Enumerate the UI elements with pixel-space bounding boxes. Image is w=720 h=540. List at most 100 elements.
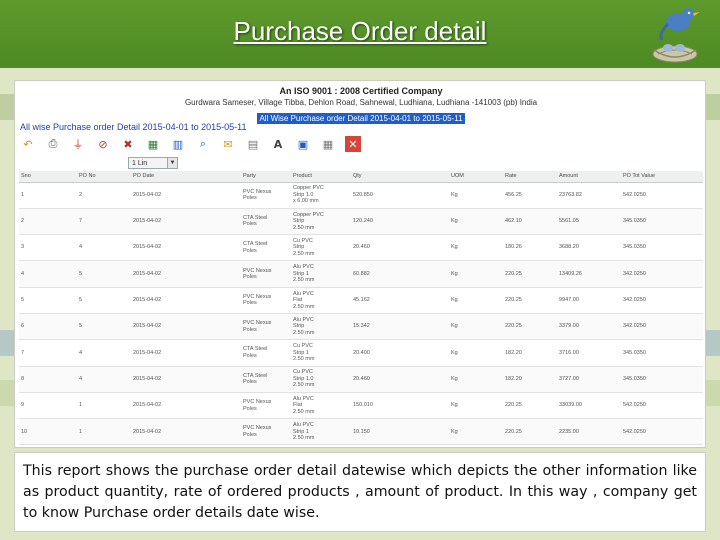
table-cell: 120.240 — [351, 208, 449, 236]
table-cell: 3379.00 — [557, 313, 621, 341]
table-cell: 342.0250 — [621, 287, 703, 314]
filter-icon[interactable]: ⏚ — [70, 136, 86, 152]
table-cell: 220.25 — [503, 287, 557, 314]
table-cell: Kg — [449, 260, 503, 288]
column-header[interactable]: Qty — [351, 171, 449, 183]
company-name: An ISO 9001 : 2008 Certified Company — [279, 86, 443, 96]
table-cell: 150.010 — [351, 392, 449, 420]
table-cell: 13409.26 — [557, 260, 621, 288]
column-header[interactable]: Amount — [557, 171, 621, 183]
export-icon[interactable]: ▦ — [145, 136, 161, 152]
table-row[interactable]: 7 4 2015-04-02 CTA Steel Poles Cu PVC Strip … — [19, 339, 703, 367]
chart-icon[interactable]: ▥ — [170, 136, 186, 152]
table-cell: 45.162 — [351, 287, 449, 314]
table-cell: 345.0350 — [621, 366, 703, 393]
table-cell: PVC Nexus Poles — [241, 287, 291, 314]
table-cell: Kg — [449, 182, 503, 209]
column-header[interactable]: Sno — [19, 171, 77, 183]
column-header[interactable]: PO Tot Value — [621, 171, 703, 183]
column-header[interactable]: PO No — [77, 171, 131, 183]
table-cell: Kg — [449, 392, 503, 420]
table-cell: 4 — [19, 260, 77, 288]
table-cell: Copper PVC Strip 2.50 mm — [291, 208, 351, 236]
report-screenshot: An ISO 9001 : 2008 Certified Company Gur… — [14, 80, 706, 448]
print-icon[interactable]: ⎙ — [45, 136, 61, 152]
table-cell: 1 — [19, 182, 77, 209]
table-cell: 9947.00 — [557, 287, 621, 314]
table-cell: 220.25 — [503, 260, 557, 288]
page-selector-value: 1 Lin — [132, 159, 148, 167]
column-header[interactable]: PO Date — [131, 171, 241, 183]
table-cell: 3727.00 — [557, 366, 621, 393]
table-cell: 2015-04-02 — [131, 260, 241, 288]
table-cell: 2015-04-02 — [131, 418, 241, 446]
table-cell: CTA Steel Poles — [241, 366, 291, 393]
table-cell: 9 — [19, 392, 77, 420]
table-cell: 182.20 — [503, 339, 557, 367]
table-cell: 7 — [77, 208, 131, 236]
grid-settings-icon[interactable]: ▦ — [320, 136, 336, 152]
table-cell: Cu PVC Strip 2.50 mm — [291, 234, 351, 262]
table-cell: Alu PVC Strip 1 2.50 mm — [291, 260, 351, 288]
font-icon[interactable]: A — [270, 136, 286, 152]
email-icon[interactable]: ✉ — [220, 136, 236, 152]
table-row[interactable]: 5 5 2015-04-02 PVC Nexus Poles Alu PVC Flat … — [19, 287, 703, 314]
table-row[interactable]: 3 4 2015-04-02 CTA Steel Poles Cu PVC Strip … — [19, 234, 703, 262]
report-range-highlight: All Wise Purchase order Detail 2015-04-0… — [257, 113, 465, 124]
column-header[interactable]: Product — [291, 171, 351, 183]
chevron-down-icon[interactable]: ▼ — [167, 158, 177, 168]
slide-header: Purchase Order detail — [0, 0, 720, 68]
column-header[interactable]: Rate — [503, 171, 557, 183]
table-body: 1 2 2015-04-02 PVC Nexus Poles Copper PVC St… — [19, 182, 703, 446]
table-cell: 2015-04-02 — [131, 287, 241, 314]
table-cell: PVC Nexus Poles — [241, 418, 291, 446]
table-cell: 5 — [77, 313, 131, 341]
table-row[interactable]: 4 5 2015-04-02 PVC Nexus Poles Alu PVC Strip… — [19, 260, 703, 288]
table-cell: PVC Nexus Poles — [241, 392, 291, 420]
table-cell: 6 — [19, 313, 77, 341]
table-row[interactable]: 10 1 2015-04-02 PVC Nexus Poles Alu PVC Stri… — [19, 418, 703, 446]
layout-icon[interactable]: ▣ — [295, 136, 311, 152]
table-cell: 5 — [77, 260, 131, 288]
slide-title: Purchase Order detail — [233, 16, 487, 46]
table-header-row: Sno PO No PO Date Party Product Qty UOM … — [19, 171, 703, 183]
table-cell: CTA Steel Poles — [241, 208, 291, 236]
table-row[interactable]: 1 2 2015-04-02 PVC Nexus Poles Copper PVC St… — [19, 182, 703, 209]
table-cell: 220.25 — [503, 392, 557, 420]
table-cell: 542.0250 — [621, 182, 703, 209]
column-header[interactable]: UOM — [449, 171, 503, 183]
grid-icon[interactable]: ▤ — [245, 136, 261, 152]
table-cell: 2015-04-02 — [131, 182, 241, 209]
close-icon[interactable]: ✕ — [345, 136, 361, 152]
delete-filter-icon[interactable]: ⊘ — [95, 136, 111, 152]
table-cell: 342.0250 — [621, 260, 703, 288]
table-cell: 462.10 — [503, 208, 557, 236]
column-header[interactable]: Party — [241, 171, 291, 183]
search-icon[interactable]: ⌕ — [195, 136, 211, 152]
table-cell: 342.0250 — [621, 313, 703, 341]
undo-icon[interactable]: ↶ — [20, 136, 36, 152]
table-cell: Kg — [449, 366, 503, 393]
table-row[interactable]: 2 7 2015-04-02 CTA Steel Poles Copper PVC St… — [19, 208, 703, 236]
table-cell: CTA Steel Poles — [241, 339, 291, 367]
table-cell: PVC Nexus Poles — [241, 260, 291, 288]
table-cell: 2015-04-02 — [131, 313, 241, 341]
table-cell: 20.460 — [351, 366, 449, 393]
table-cell: 2015-04-02 — [131, 339, 241, 367]
table-row[interactable]: 9 1 2015-04-02 PVC Nexus Poles Alu PVC Flat … — [19, 392, 703, 420]
table-cell: 4 — [77, 234, 131, 262]
table-cell: 520.850 — [351, 182, 449, 209]
table-cell: 10.150 — [351, 418, 449, 446]
table-cell: 345.0350 — [621, 339, 703, 367]
table-cell: 33039.00 — [557, 392, 621, 420]
table-row[interactable]: 8 4 2015-04-02 CTA Steel Poles Cu PVC Strip … — [19, 366, 703, 393]
table-cell: 4 — [77, 366, 131, 393]
table-row[interactable]: 6 5 2015-04-02 PVC Nexus Poles Alu PVC Strip… — [19, 313, 703, 341]
table-cell: 2 — [77, 182, 131, 209]
table-cell: 456.25 — [503, 182, 557, 209]
page-selector[interactable]: 1 Lin ▼ — [128, 157, 178, 169]
table-cell: 2015-04-02 — [131, 366, 241, 393]
company-header: An ISO 9001 : 2008 Certified Company Gur… — [15, 85, 705, 126]
table-cell: 3688.20 — [557, 234, 621, 262]
clear-icon[interactable]: ✖ — [120, 136, 136, 152]
